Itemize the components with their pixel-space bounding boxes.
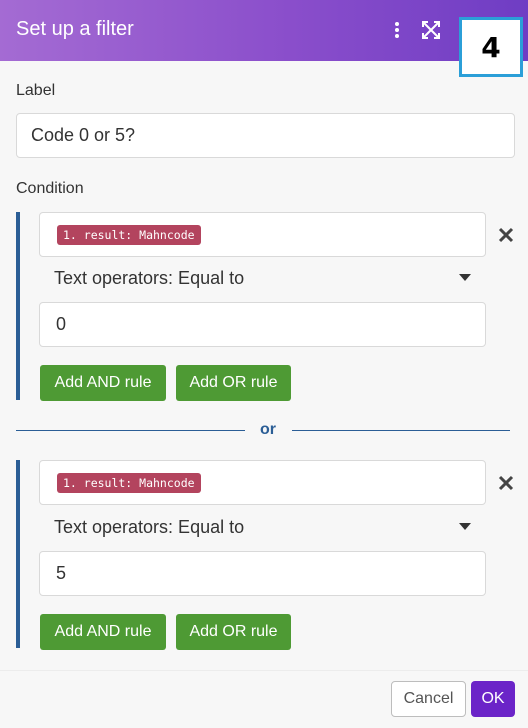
condition-group-2-bar <box>16 460 20 648</box>
ok-button[interactable]: OK <box>471 681 515 717</box>
operand-field-1[interactable]: 1. result: Mahncode <box>39 212 486 257</box>
operand-pill: 1. result: Mahncode <box>57 224 201 245</box>
or-divider-right <box>292 430 510 431</box>
close-icon[interactable] <box>497 226 515 244</box>
caret-down-icon[interactable] <box>459 523 471 530</box>
caret-down-icon[interactable] <box>459 274 471 281</box>
cancel-button[interactable]: Cancel <box>391 681 466 717</box>
step-badge: 4 <box>459 17 523 77</box>
operator-select-2[interactable]: Text operators: Equal to <box>54 517 244 538</box>
condition-group-1-bar <box>16 212 20 400</box>
label-field-label: Label <box>16 82 56 99</box>
add-or-rule-button[interactable]: Add OR rule <box>176 365 291 401</box>
operand-pill: 1. result: Mahncode <box>57 472 201 493</box>
operator-select-1[interactable]: Text operators: Equal to <box>54 268 244 289</box>
close-icon[interactable] <box>497 474 515 492</box>
value-input-2[interactable]: 5 <box>39 551 486 596</box>
add-and-rule-button[interactable]: Add AND rule <box>40 365 166 401</box>
expand-icon[interactable] <box>421 20 441 40</box>
value-input-1[interactable]: 0 <box>39 302 486 347</box>
add-or-rule-button[interactable]: Add OR rule <box>176 614 291 650</box>
dialog-title: Set up a filter <box>16 18 134 40</box>
or-separator: or <box>260 421 276 438</box>
more-vertical-icon[interactable] <box>388 20 406 40</box>
label-input[interactable]: Code 0 or 5? <box>16 113 515 158</box>
operand-field-2[interactable]: 1. result: Mahncode <box>39 460 486 505</box>
condition-label: Condition <box>16 180 84 197</box>
add-and-rule-button[interactable]: Add AND rule <box>40 614 166 650</box>
or-divider-left <box>16 430 245 431</box>
dialog-header: Set up a filter <box>0 0 528 61</box>
